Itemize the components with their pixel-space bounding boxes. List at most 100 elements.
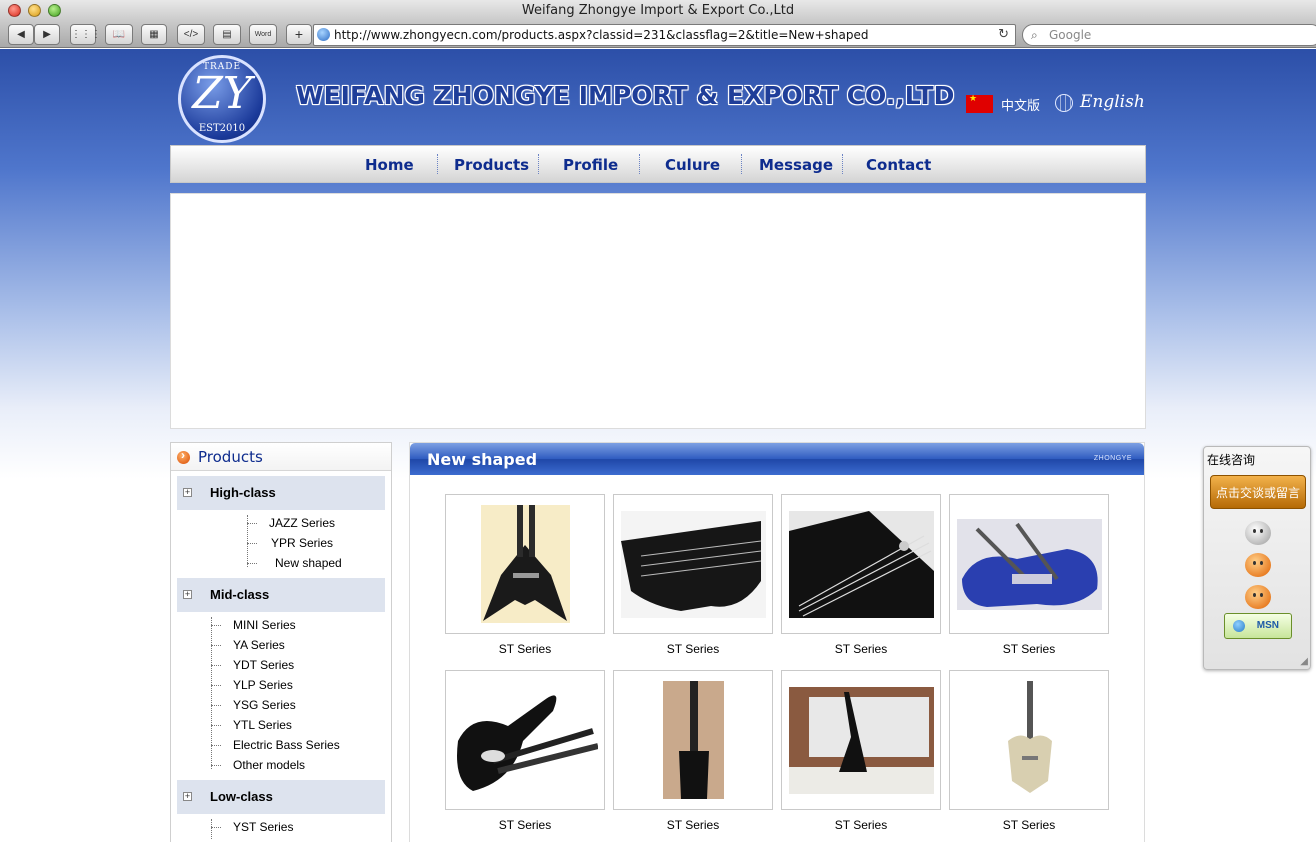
- top-sites-button[interactable]: ⋮⋮⋮: [70, 24, 101, 45]
- add-bookmark-button[interactable]: +: [286, 24, 312, 45]
- nav-separator: [842, 154, 843, 174]
- minimize-window-button[interactable]: [28, 4, 41, 17]
- nav-contact[interactable]: Contact: [866, 156, 931, 174]
- word-button[interactable]: Word: [249, 24, 277, 45]
- product-card[interactable]: [781, 494, 941, 634]
- site-header: TRADE ZY EST2010 WEIFANG ZHONGYE IMPORT …: [170, 49, 1146, 145]
- back-button[interactable]: ◀: [8, 24, 34, 45]
- nav-message[interactable]: Message: [759, 156, 833, 174]
- tree-branch: [211, 685, 221, 686]
- product-label[interactable]: ST Series: [949, 642, 1109, 656]
- nav-separator: [741, 154, 742, 174]
- company-logo[interactable]: TRADE ZY EST2010: [178, 55, 266, 143]
- product-label[interactable]: ST Series: [613, 642, 773, 656]
- product-label[interactable]: ST Series: [445, 642, 605, 656]
- tree-branch: [211, 745, 221, 746]
- tree-branch: [211, 827, 221, 828]
- search-field[interactable]: ⌕ Google: [1022, 24, 1316, 46]
- company-name: WEIFANG ZHONGYE IMPORT & EXPORT CO.,LTD: [296, 81, 955, 110]
- book-icon: 📖: [112, 29, 126, 40]
- sidebar-item-ylp-series[interactable]: YLP Series: [233, 678, 293, 692]
- sidebar-item-electric-bass-series[interactable]: Electric Bass Series: [233, 738, 340, 752]
- nav-separator: [538, 154, 539, 174]
- zoom-window-button[interactable]: [48, 4, 61, 17]
- product-label[interactable]: ST Series: [445, 818, 605, 832]
- close-window-button[interactable]: [8, 4, 21, 17]
- globe-icon[interactable]: [1055, 94, 1073, 112]
- tree-line: [211, 819, 212, 839]
- guitar-image: [621, 521, 762, 611]
- product-image: [481, 505, 570, 623]
- tree-branch: [247, 563, 257, 564]
- product-card[interactable]: [613, 494, 773, 634]
- category-low-class[interactable]: + Low-class: [177, 780, 385, 814]
- product-label[interactable]: ST Series: [781, 818, 941, 832]
- panel-header: New shaped ZHONGYE: [410, 443, 1144, 475]
- product-card[interactable]: [445, 670, 605, 810]
- bookmarks-button[interactable]: 📖: [105, 24, 133, 45]
- forward-arrow-icon: ▶: [43, 29, 51, 40]
- qq-offline-icon[interactable]: [1245, 521, 1271, 545]
- guitar-image: [1008, 681, 1052, 793]
- product-card[interactable]: [949, 670, 1109, 810]
- category-high-class[interactable]: + High-class: [177, 476, 385, 510]
- back-arrow-icon: ◀: [17, 29, 25, 40]
- code-icon: </>: [183, 29, 199, 40]
- sidebar-title: Products: [198, 448, 263, 466]
- nav-home[interactable]: Home: [365, 156, 414, 174]
- chinese-version-link[interactable]: 中文版: [1001, 95, 1040, 114]
- product-card[interactable]: [781, 670, 941, 810]
- china-flag-icon[interactable]: [966, 93, 993, 113]
- tiles-button[interactable]: ▦: [141, 24, 167, 45]
- category-label: Mid-class: [210, 587, 270, 602]
- tree-branch: [211, 705, 221, 706]
- guitar-image: [679, 681, 709, 799]
- nav-profile[interactable]: Profile: [563, 156, 618, 174]
- banner-area: [170, 193, 1146, 429]
- qq-online-icon[interactable]: [1245, 553, 1271, 577]
- arrow-bullet-icon: [177, 448, 190, 464]
- forward-button[interactable]: ▶: [34, 24, 60, 45]
- guitar-image: [789, 692, 934, 794]
- english-version-link[interactable]: English: [1080, 92, 1145, 112]
- product-image: [663, 681, 724, 799]
- tree-line: [211, 617, 212, 769]
- reload-icon[interactable]: ↻: [998, 25, 1009, 45]
- product-image: [453, 681, 598, 799]
- sidebar-item-new-shaped[interactable]: New shaped: [275, 556, 342, 570]
- sidebar-item-ytl-series[interactable]: YTL Series: [233, 718, 292, 732]
- product-card[interactable]: [949, 494, 1109, 634]
- tree-branch: [247, 523, 257, 524]
- guitar-image: [789, 511, 934, 618]
- msn-button[interactable]: MSN: [1224, 613, 1292, 639]
- sidebar-item-ya-series[interactable]: YA Series: [233, 638, 285, 652]
- product-label[interactable]: ST Series: [781, 642, 941, 656]
- site-globe-icon: [317, 28, 330, 41]
- sidebar-item-ypr-series[interactable]: YPR Series: [271, 536, 333, 550]
- reader-button[interactable]: ▤: [213, 24, 241, 45]
- sidebar-item-ysg-series[interactable]: YSG Series: [233, 698, 296, 712]
- address-bar[interactable]: http://www.zhongyecn.com/products.aspx?c…: [313, 24, 1016, 46]
- tree-branch: [247, 543, 257, 544]
- web-page: TRADE ZY EST2010 WEIFANG ZHONGYE IMPORT …: [0, 49, 1316, 842]
- sidebar-item-mini-series[interactable]: MINI Series: [233, 618, 296, 632]
- expand-icon[interactable]: +: [183, 488, 192, 497]
- sidebar-item-ydt-series[interactable]: YDT Series: [233, 658, 294, 672]
- product-card[interactable]: [613, 670, 773, 810]
- expand-icon[interactable]: +: [183, 590, 192, 599]
- nav-culure[interactable]: Culure: [665, 156, 720, 174]
- product-label[interactable]: ST Series: [949, 818, 1109, 832]
- product-image: [957, 519, 1102, 610]
- sidebar-item-other-models[interactable]: Other models: [233, 758, 305, 772]
- product-label[interactable]: ST Series: [613, 818, 773, 832]
- product-card[interactable]: [445, 494, 605, 634]
- sidebar-item-yst-series[interactable]: YST Series: [233, 820, 293, 834]
- expand-icon[interactable]: +: [183, 792, 192, 801]
- source-button[interactable]: </>: [177, 24, 205, 45]
- sidebar-item-jazz-series[interactable]: JAZZ Series: [269, 516, 335, 530]
- chat-or-message-button[interactable]: 点击交谈或留言: [1210, 475, 1306, 509]
- nav-products[interactable]: Products: [454, 156, 529, 174]
- resize-handle-icon[interactable]: ◢: [1300, 656, 1308, 667]
- category-mid-class[interactable]: + Mid-class: [177, 578, 385, 612]
- qq-online-icon[interactable]: [1245, 585, 1271, 609]
